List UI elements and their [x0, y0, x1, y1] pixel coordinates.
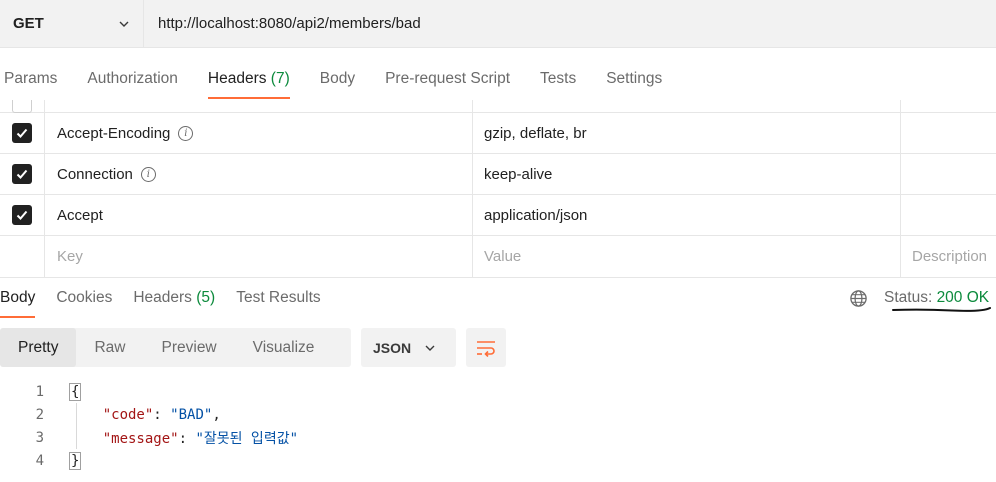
method-label: GET — [13, 15, 44, 32]
header-value: keep-alive — [484, 165, 553, 183]
key-cell — [45, 100, 473, 112]
description-cell[interactable] — [901, 195, 996, 235]
header-value: application/json — [484, 206, 588, 224]
resp-tab-headers-label: Headers — [133, 289, 192, 306]
description-cell[interactable] — [901, 113, 996, 153]
close-brace: } — [69, 451, 82, 470]
tab-headers[interactable]: Headers (7) — [207, 58, 290, 100]
view-raw-button[interactable]: Raw — [76, 328, 143, 367]
wrap-lines-icon — [477, 340, 495, 357]
tab-headers-label: Headers — [207, 70, 267, 87]
description-cell — [901, 100, 996, 112]
resp-tab-headers-count: (5) — [196, 289, 216, 306]
row-checkbox[interactable] — [12, 123, 32, 143]
code-line: 1 { — [0, 380, 996, 403]
tab-authorization[interactable]: Authorization — [87, 58, 177, 100]
json-key: "code" — [102, 406, 154, 423]
checkmark-icon — [16, 169, 28, 179]
checkbox-cell — [0, 195, 45, 235]
header-value: gzip, deflate, br — [484, 124, 587, 142]
tab-headers-count: (7) — [270, 70, 290, 87]
row-checkbox[interactable] — [12, 205, 32, 225]
code-text: } — [69, 451, 82, 470]
request-url-bar: GET http://localhost:8080/api2/members/b… — [0, 0, 996, 48]
json-value: "잘못된 입력값" — [195, 430, 299, 447]
json-value: "BAD" — [170, 406, 213, 423]
view-mode-segmented: Pretty Raw Preview Visualize — [0, 328, 351, 367]
tab-prerequest-script[interactable]: Pre-request Script — [385, 58, 510, 100]
header-key: Connection — [57, 165, 133, 183]
method-select[interactable]: GET — [0, 0, 144, 48]
value-cell[interactable]: gzip, deflate, br — [473, 113, 901, 153]
code-text: "code": "BAD", — [102, 406, 221, 423]
code-line: 3 "message": "잘못된 입력값" — [0, 426, 996, 449]
value-cell — [473, 100, 901, 112]
tab-body[interactable]: Body — [320, 58, 355, 100]
description-input[interactable]: Description — [901, 236, 996, 277]
checkmark-icon — [16, 210, 28, 220]
table-row: Accept-Encoding i gzip, deflate, br — [0, 113, 996, 154]
header-key: Accept-Encoding — [57, 124, 171, 142]
resp-tab-cookies[interactable]: Cookies — [56, 278, 112, 318]
hand-drawn-underline — [892, 307, 991, 312]
chevron-down-icon — [119, 21, 129, 27]
key-cell[interactable]: Connection i — [45, 154, 473, 194]
view-visualize-button[interactable]: Visualize — [235, 328, 333, 367]
format-label: JSON — [373, 339, 412, 356]
key-cell[interactable]: Accept — [45, 195, 473, 235]
line-number: 1 — [35, 383, 44, 400]
value-cell[interactable]: keep-alive — [473, 154, 901, 194]
url-input[interactable]: http://localhost:8080/api2/members/bad — [144, 0, 996, 48]
header-key: Accept — [57, 206, 103, 224]
line-number: 3 — [35, 429, 44, 446]
row-checkbox[interactable] — [12, 100, 32, 113]
response-tabs: Body Cookies Headers (5) Test Results — [0, 278, 996, 320]
code-line: 2 "code": "BAD", — [0, 403, 996, 426]
headers-table: Accept-Encoding i gzip, deflate, br Conn… — [0, 100, 996, 278]
table-row — [0, 100, 996, 113]
request-tabs: Params Authorization Headers (7) Body Pr… — [0, 58, 692, 100]
key-input[interactable]: Key — [45, 236, 473, 277]
chevron-down-icon — [425, 345, 435, 351]
checkbox-cell — [0, 236, 45, 277]
description-cell[interactable] — [901, 154, 996, 194]
table-row: Connection i keep-alive — [0, 154, 996, 195]
value-cell[interactable]: application/json — [473, 195, 901, 235]
view-preview-button[interactable]: Preview — [144, 328, 235, 367]
checkbox-cell — [0, 154, 45, 194]
checkmark-icon — [16, 128, 28, 138]
checkbox-cell — [0, 113, 45, 153]
checkbox-cell — [0, 100, 45, 113]
wrap-lines-button[interactable] — [466, 328, 506, 367]
format-select[interactable]: JSON — [361, 328, 456, 367]
globe-icon[interactable] — [849, 289, 868, 308]
code-text: "message": "잘못된 입력값" — [102, 430, 299, 447]
view-pretty-button[interactable]: Pretty — [0, 328, 77, 367]
line-number: 4 — [35, 452, 44, 469]
table-row-new: Key Value Description — [0, 236, 996, 278]
info-icon[interactable]: i — [178, 125, 194, 141]
json-key: "message" — [102, 430, 179, 447]
info-icon[interactable]: i — [140, 166, 156, 182]
table-row: Accept application/json — [0, 195, 996, 236]
row-checkbox[interactable] — [12, 164, 32, 184]
resp-tab-body[interactable]: Body — [0, 278, 36, 318]
tab-params[interactable]: Params — [4, 58, 57, 100]
key-cell[interactable]: Accept-Encoding i — [45, 113, 473, 153]
tab-settings[interactable]: Settings — [606, 58, 662, 100]
code-text: { — [69, 382, 82, 401]
code-line: 4 } — [0, 449, 996, 472]
line-number: 2 — [35, 406, 44, 423]
resp-tab-headers[interactable]: Headers (5) — [133, 278, 215, 318]
open-brace: { — [69, 382, 82, 401]
tab-tests[interactable]: Tests — [540, 58, 576, 100]
value-input[interactable]: Value — [473, 236, 901, 277]
resp-tab-test-results[interactable]: Test Results — [236, 278, 320, 318]
